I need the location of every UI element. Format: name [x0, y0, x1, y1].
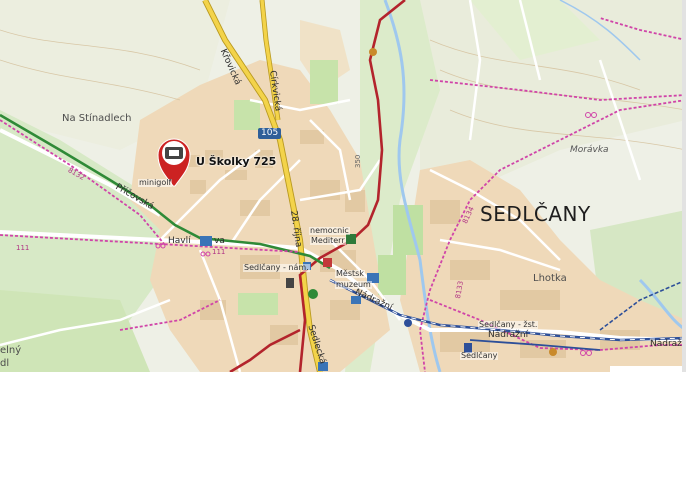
poi-label-sedlcany-station: Sedlčany: [460, 351, 499, 360]
pin-title[interactable]: U Školky 725: [196, 156, 276, 167]
street-label-nadrazni-2: Nádražní: [488, 330, 529, 340]
street-label-havlickova-a: Havlí: [168, 236, 191, 246]
area-label-na-stinadlech: Na Stínadlech: [62, 113, 132, 124]
town-label: SEDLČANY: [480, 202, 591, 226]
street-label-havlickova-b: va: [214, 236, 225, 246]
poi-label-sedlcany-zst: Sedlčany - žst.: [478, 320, 539, 329]
scale-backdrop: [610, 366, 686, 372]
road-number-111-b: 111: [16, 244, 30, 252]
poi-label-mediterr: Mediterr: [310, 236, 346, 245]
map-canvas[interactable]: 105 U Školky 725 SEDLČANY Na Stínadlech …: [0, 0, 686, 372]
park: [310, 60, 338, 104]
bus-icon: [200, 236, 212, 246]
area-label-moravka: Morávka: [570, 145, 609, 155]
viewpoint-icon: [369, 48, 377, 56]
area-label-elny: elný: [0, 345, 22, 356]
info-icon: [308, 289, 318, 299]
park: [234, 100, 260, 130]
map-edge-scroll: [682, 0, 686, 372]
pharmacy-icon: [346, 234, 356, 244]
road-shield-105: 105: [258, 128, 282, 139]
area-label-lhotka: Lhotka: [533, 273, 567, 284]
poi-label-nemocnice: nemocnic: [309, 226, 350, 235]
street-label-nadrazni-3: Nádražní: [650, 339, 686, 349]
viewpoint-icon: [549, 348, 557, 356]
park: [238, 293, 278, 315]
road-number-111-a: 111: [212, 248, 226, 256]
poi-label-muzeum-1: Městsk: [335, 269, 365, 278]
railway-crossing-icon: [404, 319, 412, 327]
area-label-dl: dl: [0, 358, 10, 369]
museum-icon: [323, 258, 332, 267]
church-icon: [286, 278, 294, 288]
map-layer: [0, 0, 686, 372]
road-number-350: 350: [354, 154, 362, 168]
poi-label-sedlcany-nam: Sedlčany - nám.: [243, 263, 310, 272]
park: [378, 255, 406, 295]
poi-label-muzeum-2: muzeum: [335, 280, 372, 289]
poi-label-minigolf: minigolf: [138, 178, 173, 187]
